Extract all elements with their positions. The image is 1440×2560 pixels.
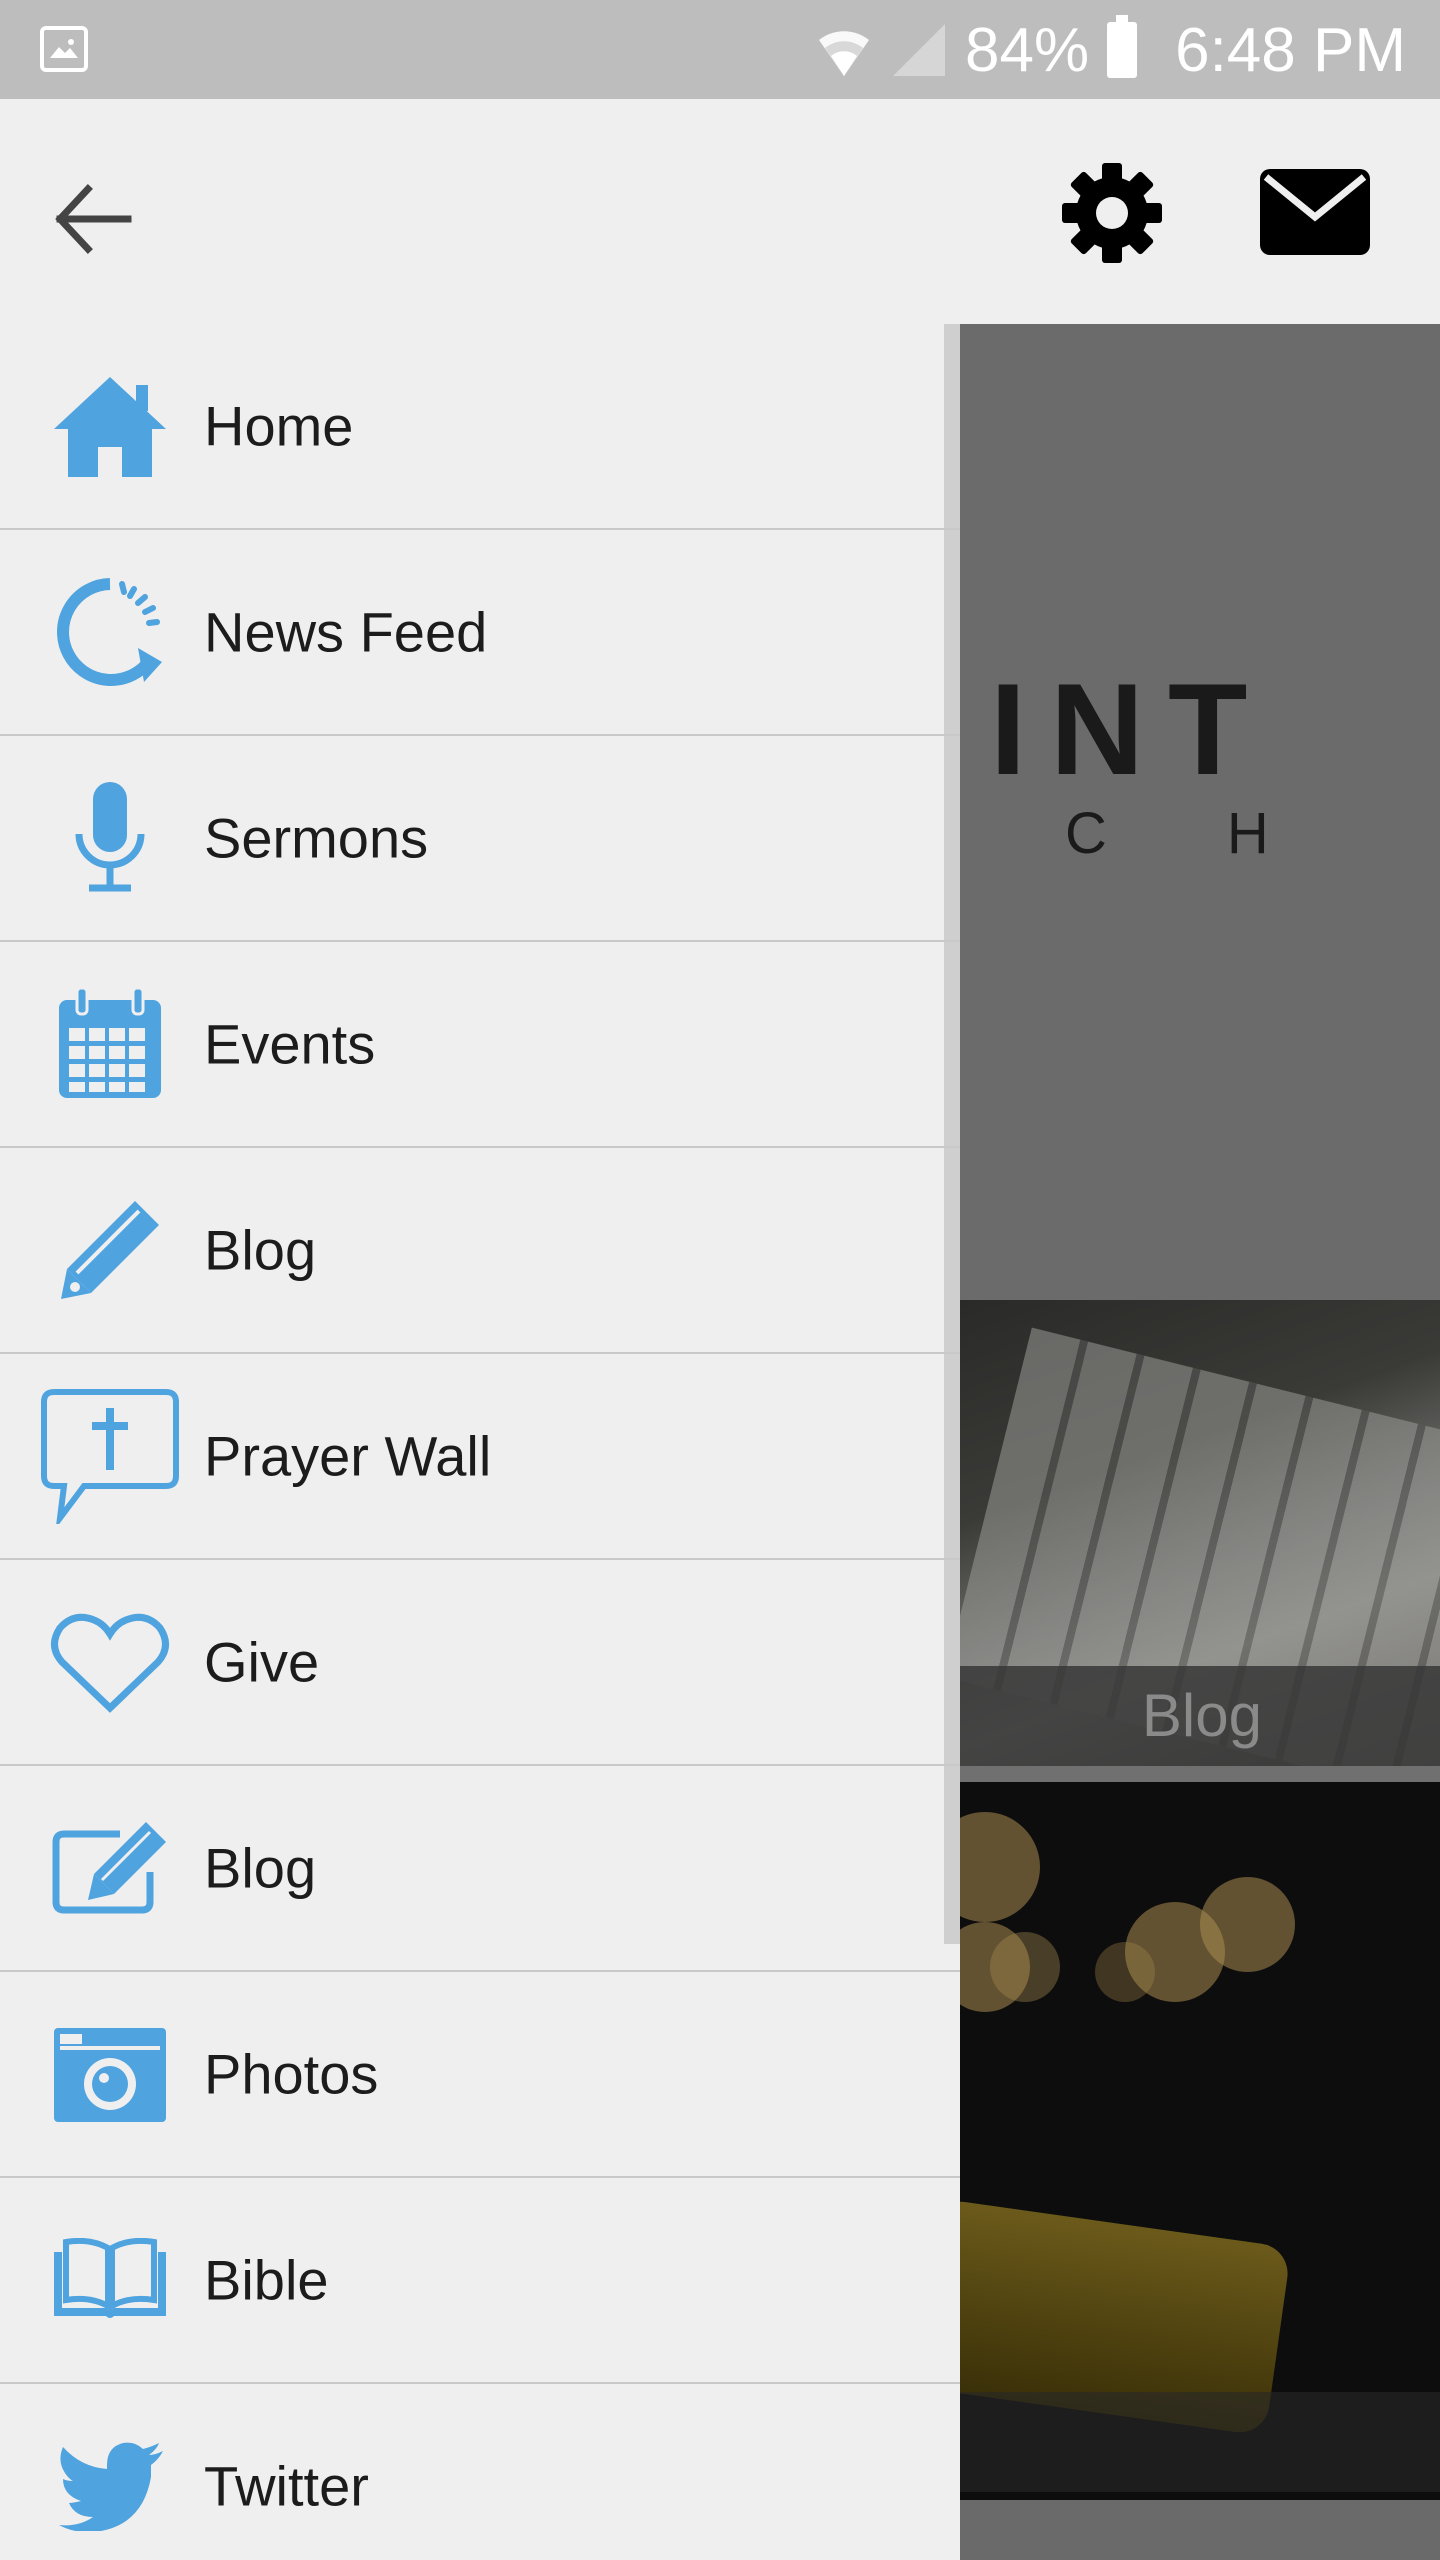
refresh-icon: [40, 567, 180, 697]
menu-item-label: Prayer Wall: [204, 1424, 492, 1488]
status-time: 6:48 PM: [1175, 15, 1406, 85]
book-icon: [40, 2215, 180, 2345]
logo-text: INT: [990, 656, 1272, 802]
blog-tile-label: Blog: [960, 1666, 1440, 1766]
menu-item-label: Blog: [204, 1218, 317, 1282]
menu-item-sermons[interactable]: Sermons: [0, 736, 960, 942]
menu-item-blog-2[interactable]: Blog: [0, 1766, 960, 1972]
menu-item-label: Give: [204, 1630, 320, 1694]
home-icon: [40, 361, 180, 491]
signal-icon: [893, 24, 945, 76]
menu-item-label: Twitter: [204, 2454, 369, 2518]
battery-percent: 84%: [965, 15, 1090, 85]
menu-item-twitter[interactable]: Twitter: [0, 2384, 960, 2560]
menu-item-label: Events: [204, 1012, 376, 1076]
back-arrow-icon[interactable]: [48, 179, 140, 259]
menu-item-label: Photos: [204, 2042, 379, 2106]
twitter-icon: [40, 2421, 180, 2551]
pencil-icon: [40, 1185, 180, 1315]
menu-item-home[interactable]: Home: [0, 324, 960, 530]
logo-banner: INT CH: [960, 324, 1440, 1300]
gear-icon[interactable]: [1060, 161, 1164, 265]
menu-item-news-feed[interactable]: News Feed: [0, 530, 960, 736]
calendar-icon: [40, 979, 180, 1109]
menu-item-prayer-wall[interactable]: Prayer Wall: [0, 1354, 960, 1560]
logo-subtext: CH: [1065, 801, 1389, 866]
menu-item-events[interactable]: Events: [0, 942, 960, 1148]
menu-item-label: Home: [204, 394, 354, 458]
menu-item-give[interactable]: Give: [0, 1560, 960, 1766]
menu-item-photos[interactable]: Photos: [0, 1972, 960, 2178]
menu-item-bible[interactable]: Bible: [0, 2178, 960, 2384]
wifi-icon: [819, 31, 869, 76]
bokeh-tile[interactable]: [960, 1782, 1440, 2500]
bokeh-tile-label-bar: [960, 2392, 1440, 2492]
tile-divider: [960, 1766, 1440, 1782]
mail-icon[interactable]: [1258, 167, 1372, 257]
menu-item-blog[interactable]: Blog: [0, 1148, 960, 1354]
heart-icon: [40, 1597, 180, 1727]
menu-item-label: Sermons: [204, 806, 429, 870]
menu-item-label: Bible: [204, 2248, 329, 2312]
blog-tile[interactable]: Blog: [960, 1300, 1440, 1766]
battery-icon: [1107, 15, 1138, 78]
prayer-bubble-icon: [40, 1389, 180, 1524]
bottom-divider: [960, 2500, 1440, 2560]
navigation-drawer: Home News Feed Sermons Events Blog Praye…: [0, 324, 960, 2560]
status-bar: 84% 6:48 PM: [0, 0, 1440, 99]
microphone-icon: [40, 773, 180, 903]
drawer-header: [0, 99, 1440, 324]
camera-icon: [40, 2009, 180, 2139]
edit-icon: [40, 1803, 180, 1933]
main-content-overlay[interactable]: INT CH Blog: [960, 324, 1440, 2560]
menu-item-label: Blog: [204, 1836, 317, 1900]
image-icon: [40, 26, 88, 72]
menu-item-label: News Feed: [204, 600, 488, 664]
